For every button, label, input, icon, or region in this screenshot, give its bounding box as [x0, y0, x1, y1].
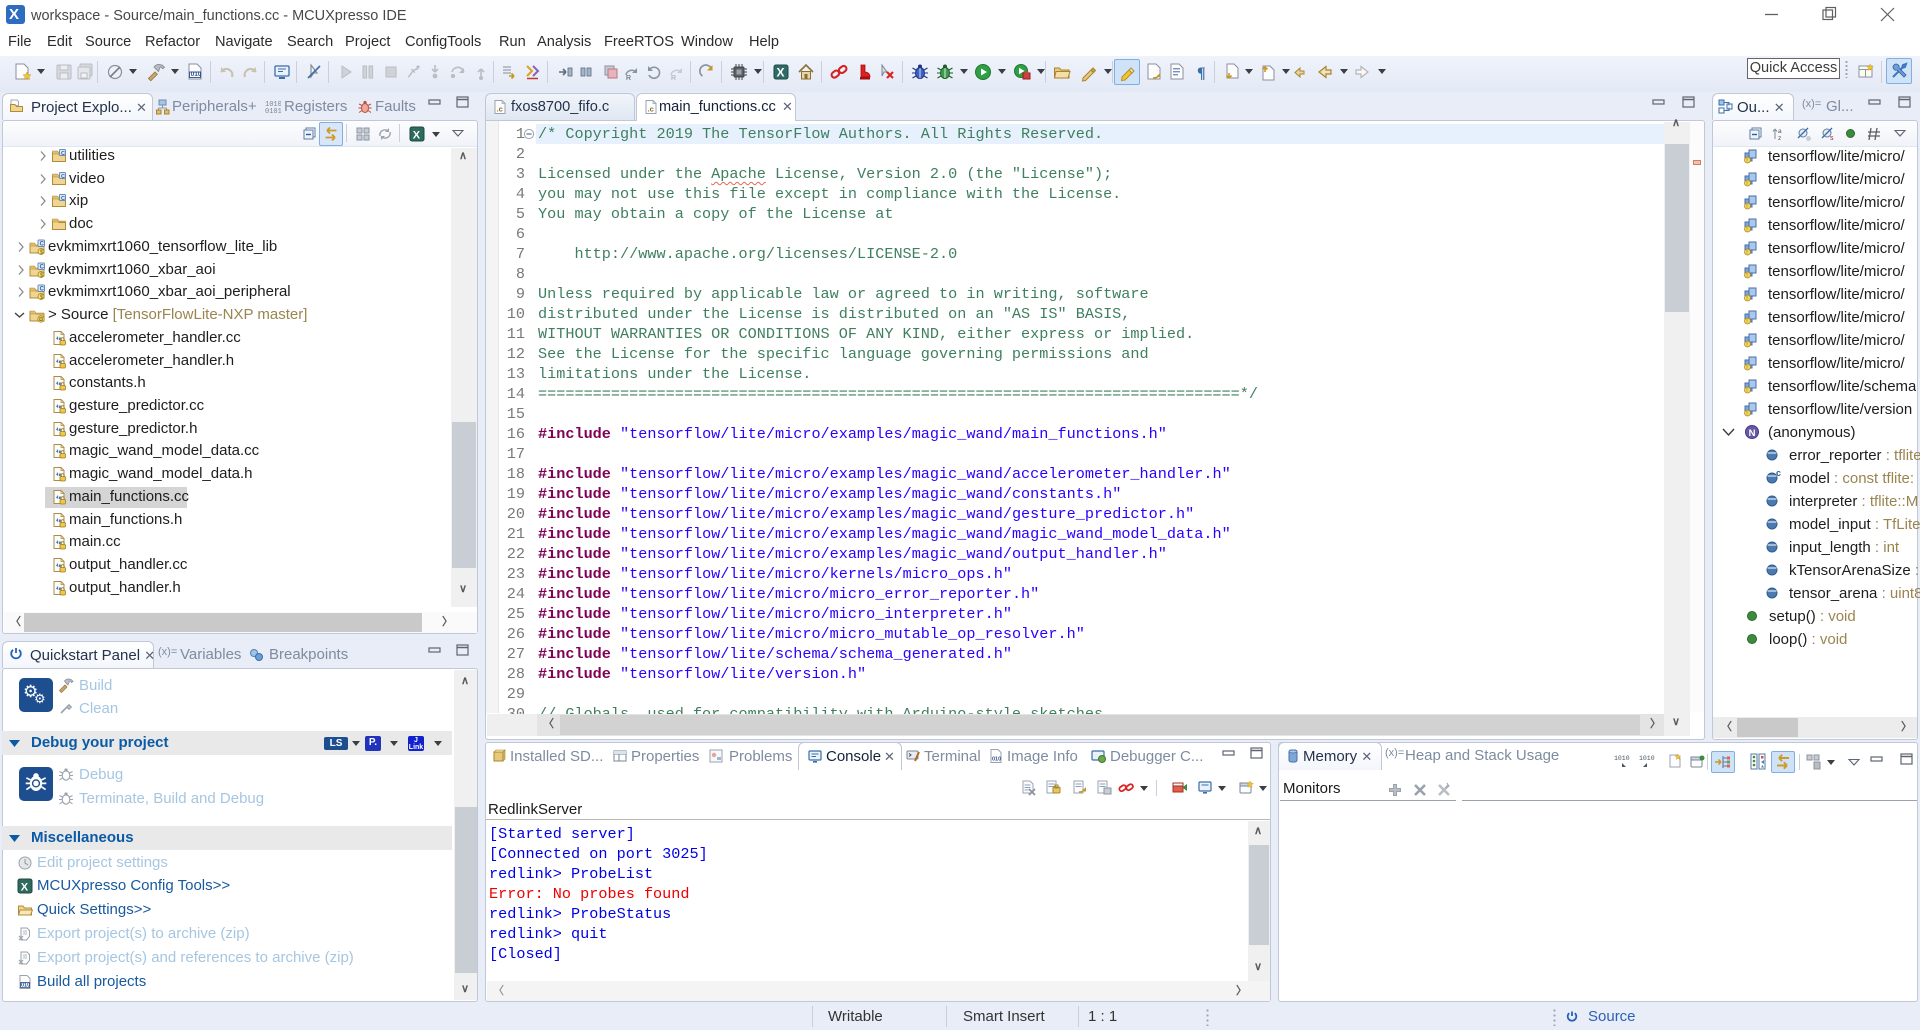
svg-text:1010: 1010	[1614, 755, 1630, 762]
svg-text:s: s	[1830, 135, 1834, 142]
svg-text:R: R	[671, 75, 676, 82]
svg-text:.c: .c	[497, 105, 503, 114]
svg-text:N: N	[1749, 428, 1756, 439]
svg-text:C: C	[61, 151, 65, 157]
svg-text:C: C	[40, 265, 45, 271]
svg-text:X: X	[413, 130, 421, 142]
svg-text:C: C	[61, 196, 65, 202]
svg-text:z: z	[1778, 135, 1781, 142]
svg-text:010: 010	[992, 757, 1001, 763]
svg-text:1010: 1010	[1639, 755, 1655, 762]
svg-text:X: X	[777, 66, 785, 80]
svg-text:C: C	[40, 287, 45, 293]
svg-text:C: C	[61, 174, 65, 180]
svg-text:0101: 0101	[265, 108, 281, 115]
svg-text:C: C	[40, 242, 45, 248]
svg-text:X: X	[21, 882, 29, 894]
svg-text:¶: ¶	[1197, 65, 1206, 82]
svg-text:.c: .c	[648, 105, 654, 114]
svg-text:R: R	[626, 75, 631, 82]
svg-text:a: a	[1778, 128, 1782, 135]
